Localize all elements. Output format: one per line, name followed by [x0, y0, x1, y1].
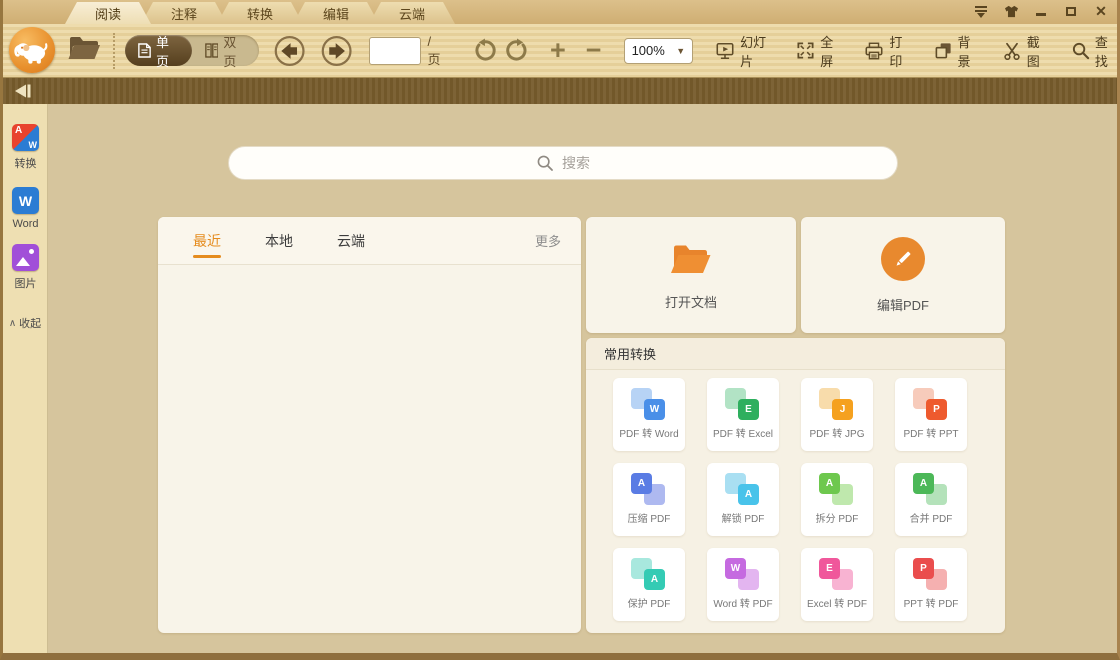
- single-page-icon: [138, 42, 151, 59]
- zoom-level-select[interactable]: 100% ▼: [624, 38, 694, 64]
- tile-split-pdf[interactable]: A拆分 PDF: [801, 463, 873, 536]
- find-icon: [1071, 41, 1090, 60]
- protect-pdf-icon: A: [630, 558, 668, 592]
- slideshow-icon: [715, 41, 735, 61]
- tile-pdf-to-word[interactable]: WPDF 转 Word: [613, 378, 685, 451]
- fullscreen-icon: [796, 41, 815, 60]
- tile-pdf-to-excel[interactable]: EPDF 转 Excel: [707, 378, 779, 451]
- previous-page-button[interactable]: [273, 33, 306, 69]
- main-toolbar: 单页 双页 / 页 + − 100% ▼: [3, 24, 1117, 78]
- open-file-icon[interactable]: [67, 34, 101, 67]
- pdf-to-word-icon: A W: [12, 124, 39, 151]
- merge-pdf-icon: A: [912, 473, 950, 507]
- rotate-left-icon[interactable]: [472, 37, 497, 64]
- tab-convert[interactable]: 转换: [217, 2, 303, 24]
- files-tab-cloud[interactable]: 云端: [337, 217, 365, 265]
- rail-item-convert[interactable]: A W 转换: [3, 124, 48, 171]
- skin-icon[interactable]: [1003, 4, 1019, 18]
- background-icon: [934, 41, 953, 60]
- double-page-icon: [205, 42, 219, 59]
- tile-merge-pdf[interactable]: A合并 PDF: [895, 463, 967, 536]
- app-logo-icon[interactable]: [9, 27, 55, 73]
- tile-ppt-to-pdf[interactable]: PPPT 转 PDF: [895, 548, 967, 621]
- files-tab-local[interactable]: 本地: [265, 217, 293, 265]
- rotate-right-icon[interactable]: [505, 37, 530, 64]
- tab-cloud[interactable]: 云端: [369, 2, 455, 24]
- pdf-to-excel-icon: E: [724, 388, 762, 422]
- next-page-button[interactable]: [320, 33, 353, 69]
- edit-pdf-card[interactable]: 编辑PDF: [801, 217, 1005, 333]
- conversions-title: 常用转换: [586, 338, 1005, 370]
- print-icon: [864, 41, 884, 61]
- page-suffix-label: / 页: [427, 34, 446, 68]
- print-button[interactable]: 打印: [864, 32, 911, 70]
- app-window: 阅读 注释 转换 编辑 云端 ✕: [0, 0, 1120, 660]
- search-placeholder: 搜索: [562, 153, 590, 173]
- window-controls: ✕: [973, 4, 1109, 18]
- compress-pdf-icon: A: [630, 473, 668, 507]
- common-conversions-panel: 常用转换 WPDF 转 Word EPDF 转 Excel JPDF 转 JPG…: [586, 338, 1005, 633]
- ribbon-tabstrip: 阅读 注释 转换 编辑 云端: [3, 0, 1117, 24]
- more-link[interactable]: 更多: [535, 231, 561, 250]
- split-pdf-icon: A: [818, 473, 856, 507]
- tile-compress-pdf[interactable]: A压缩 PDF: [613, 463, 685, 536]
- chevron-down-icon: ▼: [676, 46, 685, 56]
- zoom-out-button[interactable]: −: [586, 37, 602, 64]
- pdf-to-word-icon: W: [630, 388, 668, 422]
- tile-excel-to-pdf[interactable]: EExcel 转 PDF: [801, 548, 873, 621]
- tab-read[interactable]: 阅读: [65, 2, 151, 24]
- files-panel: 最近 本地 云端 更多: [158, 217, 581, 633]
- minimize-button[interactable]: [1033, 4, 1049, 18]
- screenshot-button[interactable]: 截图: [1002, 32, 1049, 70]
- edit-pencil-icon: [881, 237, 925, 281]
- rail-collapse-button[interactable]: ∧ 收起: [3, 315, 47, 331]
- word-icon: W: [12, 187, 39, 214]
- tab-annotate[interactable]: 注释: [141, 2, 227, 24]
- unlock-pdf-icon: A: [724, 473, 762, 507]
- toolbar-separator: [113, 33, 115, 69]
- rail-item-image[interactable]: 图片: [3, 244, 48, 291]
- page-mode-toggle: 单页 双页: [125, 35, 259, 66]
- files-tab-recent[interactable]: 最近: [193, 217, 221, 265]
- chevron-up-icon: ∧: [9, 318, 16, 329]
- double-page-button[interactable]: 双页: [192, 35, 259, 66]
- search-input[interactable]: 搜索: [228, 146, 898, 180]
- excel-to-pdf-icon: E: [818, 558, 856, 592]
- close-button[interactable]: ✕: [1093, 4, 1109, 18]
- tab-edit[interactable]: 编辑: [293, 2, 379, 24]
- maximize-button[interactable]: [1063, 4, 1079, 18]
- rail-item-word[interactable]: W Word: [3, 187, 48, 230]
- fullscreen-button[interactable]: 全屏: [796, 32, 842, 70]
- tile-unlock-pdf[interactable]: A解锁 PDF: [707, 463, 779, 536]
- zoom-in-button[interactable]: +: [550, 37, 566, 64]
- pdf-to-jpg-icon: J: [818, 388, 856, 422]
- tile-protect-pdf[interactable]: A保护 PDF: [613, 548, 685, 621]
- find-button[interactable]: 查找: [1071, 32, 1117, 70]
- single-page-button[interactable]: 单页: [125, 35, 192, 66]
- pdf-to-ppt-icon: P: [912, 388, 950, 422]
- files-panel-header: 最近 本地 云端 更多: [158, 217, 581, 265]
- word-to-pdf-icon: W: [724, 558, 762, 592]
- open-document-card[interactable]: 打开文档: [586, 217, 796, 333]
- tile-pdf-to-ppt[interactable]: PPDF 转 PPT: [895, 378, 967, 451]
- image-icon: [12, 244, 39, 271]
- left-rail: A W 转换 W Word 图片 ∧ 收起: [3, 104, 48, 653]
- open-folder-icon: [668, 240, 714, 278]
- ppt-to-pdf-icon: P: [912, 558, 950, 592]
- background-button[interactable]: 背景: [934, 32, 980, 70]
- menu-icon[interactable]: [973, 4, 989, 18]
- tile-pdf-to-jpg[interactable]: JPDF 转 JPG: [801, 378, 873, 451]
- search-icon: [536, 154, 554, 172]
- slideshow-button[interactable]: 幻灯片: [715, 32, 774, 70]
- sidebar-collapse-strip: [3, 78, 1117, 104]
- collapse-panel-icon[interactable]: [14, 83, 34, 99]
- tile-word-to-pdf[interactable]: WWord 转 PDF: [707, 548, 779, 621]
- screenshot-icon: [1002, 41, 1022, 61]
- page-number-input[interactable]: [369, 37, 421, 65]
